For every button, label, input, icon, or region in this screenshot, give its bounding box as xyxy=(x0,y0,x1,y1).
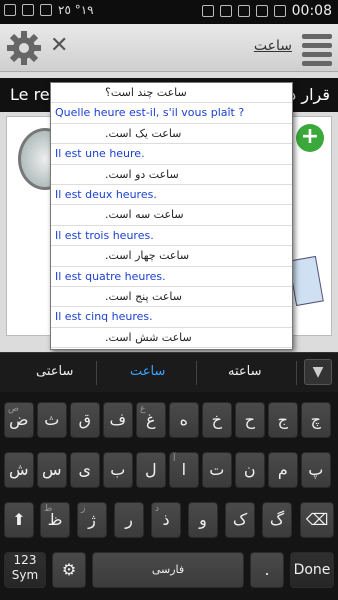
notification-icon xyxy=(4,4,16,16)
letter-key[interactable]: ن xyxy=(235,452,265,488)
dropdown-item[interactable]: ساعت پنج است. xyxy=(51,287,292,308)
dropdown-item[interactable]: Il est trois heures. xyxy=(51,226,292,247)
dropdown-item[interactable]: Il est cinq heures. xyxy=(51,307,292,328)
app-bar: ✕ ساعت xyxy=(0,24,338,72)
alarm-icon xyxy=(219,5,232,17)
dropdown-item[interactable]: ساعت سه است. xyxy=(51,205,292,226)
banner-right-text: قرار د xyxy=(289,85,330,104)
letter-key[interactable]: خ xyxy=(202,402,232,438)
letter-key[interactable]: غع xyxy=(136,402,166,438)
letter-key[interactable]: ح xyxy=(235,402,265,438)
gear-icon[interactable] xyxy=(6,30,42,66)
done-button[interactable]: Done xyxy=(290,552,334,588)
eye-icon xyxy=(201,5,214,17)
dropdown-item[interactable]: ساعت چند است؟ xyxy=(51,83,292,104)
letter-key[interactable]: ضص xyxy=(4,402,34,438)
letter-key[interactable]: ش xyxy=(4,452,34,488)
battery-icon xyxy=(273,5,286,17)
status-bar: ١٩° ٢٥ 00:08 xyxy=(0,0,338,24)
dropdown-item[interactable]: Il est deux heures. xyxy=(51,185,292,206)
letter-key[interactable]: ه xyxy=(169,402,199,438)
letter-key[interactable]: اآ xyxy=(169,452,199,488)
status-weather: ١٩° ٢٥ xyxy=(58,3,94,17)
letter-key[interactable]: ق xyxy=(70,402,100,438)
symbols-key[interactable]: 123 Sym xyxy=(4,552,46,588)
add-icon[interactable]: + xyxy=(296,124,324,152)
letter-key[interactable]: پ xyxy=(301,452,331,488)
letter-key[interactable]: ب xyxy=(103,452,133,488)
app-title: ساعت xyxy=(253,38,292,54)
letter-key[interactable]: ت xyxy=(202,452,232,488)
suggestion-bar: ساعتی ساعت ساعته ▼ xyxy=(0,352,338,392)
dropdown-item[interactable]: ساعت چهار است. xyxy=(51,246,292,267)
letter-key[interactable]: گ xyxy=(262,502,292,538)
letter-key[interactable]: و xyxy=(188,502,218,538)
backspace-icon[interactable]: ⌫ xyxy=(300,502,334,538)
letter-key[interactable]: ف xyxy=(103,402,133,438)
letter-key[interactable]: ی xyxy=(70,452,100,488)
chevron-down-icon[interactable]: ▼ xyxy=(304,359,332,385)
dropdown-item[interactable]: ساعت یک است. xyxy=(51,124,292,145)
letter-key[interactable]: م xyxy=(268,452,298,488)
period-key[interactable]: . xyxy=(250,552,284,588)
menu-icon[interactable] xyxy=(300,30,334,66)
suggestion-left[interactable]: ساعتی xyxy=(36,364,73,379)
letter-key[interactable]: س xyxy=(37,452,67,488)
close-icon[interactable]: ✕ xyxy=(50,34,68,58)
letter-key[interactable]: ژز xyxy=(77,502,107,538)
dropdown-item[interactable]: Quelle heure est-il, s'il vous plaît ? xyxy=(51,103,292,124)
letter-key[interactable]: چ xyxy=(301,402,331,438)
suggestion-right[interactable]: ساعته xyxy=(228,364,262,379)
letter-key[interactable]: ظط xyxy=(40,502,70,538)
letter-key[interactable]: ل xyxy=(136,452,166,488)
dropdown-item[interactable]: ساعت دو است. xyxy=(51,165,292,185)
dropdown-item[interactable]: Il est quatre heures. xyxy=(51,267,292,287)
dropdown-item[interactable]: Il est une heure. xyxy=(51,144,292,165)
shift-key[interactable]: ⬆ xyxy=(4,502,34,538)
space-bar[interactable]: فارسی xyxy=(92,552,244,588)
image-icon xyxy=(40,4,52,16)
wifi-icon xyxy=(237,5,250,17)
usb-icon xyxy=(22,4,34,16)
letter-key[interactable]: ث xyxy=(37,402,67,438)
suggestion-middle[interactable]: ساعت xyxy=(130,364,165,379)
phrase-dropdown[interactable]: ساعت چند است؟ Quelle heure est-il, s'il v… xyxy=(50,82,293,350)
settings-key[interactable]: ⚙ xyxy=(52,552,86,588)
dropdown-item[interactable]: ساعت شش است. xyxy=(51,328,292,349)
letter-key[interactable]: ذد xyxy=(151,502,181,538)
letter-key[interactable]: ج xyxy=(268,402,298,438)
keyboard: ⬆ ⌫ 123 Sym ⚙ فارسی . Done ضصثقفغعهخحجچ شس… xyxy=(0,392,338,600)
signal-icon xyxy=(255,5,268,17)
letter-key[interactable]: ک xyxy=(225,502,255,538)
letter-key[interactable]: ر xyxy=(114,502,144,538)
status-clock: 00:08 xyxy=(291,3,332,19)
